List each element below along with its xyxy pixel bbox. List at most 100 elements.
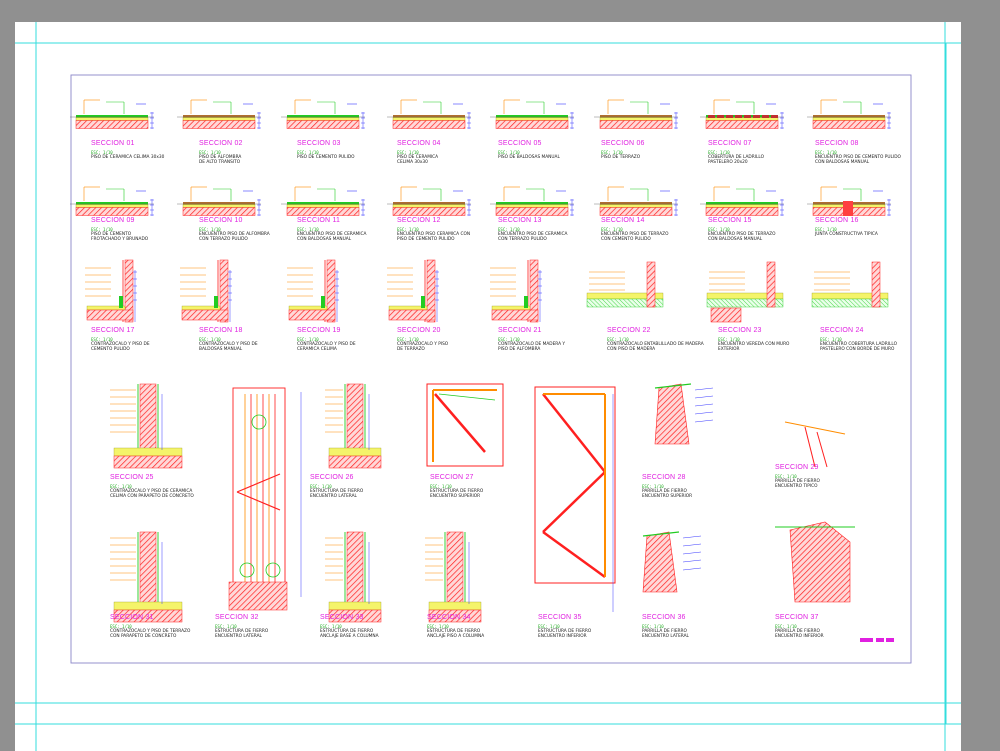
section-description: ENCUENTRO COBERTURA LADRILLO PASTELERO C… — [820, 342, 897, 352]
slab-hatch — [705, 207, 779, 216]
section-description: CONTRAZOCALO ENTABLILLADO DE MADERA CON … — [607, 342, 704, 352]
section-title: SECCION 26 — [310, 474, 354, 481]
section-description: ENCUENTRO PISO DE CEMENTO PULIDO CON BAL… — [815, 155, 901, 165]
slab-hatch — [75, 120, 149, 129]
section-description: ESTRUCTURA DE FIERRO ENCUENTRO LATERAL — [310, 489, 364, 499]
section-title: SECCION 37 — [775, 614, 819, 621]
leader-line — [682, 543, 702, 547]
brick-tile — [762, 115, 769, 118]
skirting-board — [524, 296, 528, 308]
section-description: CONTRAZOCALO Y PISO DE CERAMICA CELIMA C… — [110, 489, 194, 499]
slab-hatch — [599, 120, 673, 129]
slab-hatch — [113, 455, 183, 469]
section-title: SECCION 23 — [718, 327, 762, 334]
column-hatch — [446, 531, 464, 605]
brick-tile — [744, 115, 751, 118]
brick-tile — [735, 115, 742, 118]
section-title: SECCION 27 — [430, 474, 474, 481]
drawing-border — [70, 74, 912, 664]
base-hatch — [228, 581, 288, 611]
mortar-layer — [182, 204, 256, 208]
section-description: COBERTURA DE LADRILLO PASTELERO 20x20 — [708, 155, 765, 165]
mortar-layer — [495, 204, 569, 208]
section-title: SECCION 09 — [91, 217, 135, 224]
section-title: SECCION 13 — [498, 217, 542, 224]
section-description: ESTRUCTURA DE FIERRO ENCUENTRO INFERIOR — [538, 629, 592, 639]
section-description: PARRILLA DE FIERRO ENCUENTRO INFERIOR — [775, 629, 824, 639]
section-description: CONTRAZOCALO DE MADERA Y PISO DE ALFOMBR… — [498, 342, 566, 352]
skirting-board — [214, 296, 218, 308]
section-description: PARRILLA DE FIERRO ENCUENTRO SUPERIOR — [642, 489, 693, 499]
section-description: PISO DE ALFOMBRA DE ALTO TRANSITO — [199, 155, 242, 165]
brick-tile — [717, 115, 724, 118]
roof-line — [784, 421, 846, 435]
section-description: CONTRAZOCALO Y PISO DE CERAMICA CELIMA — [297, 342, 356, 352]
floor-slab-hatch — [181, 309, 229, 321]
section-title: SECCION 02 — [199, 140, 243, 147]
skirting-board — [321, 296, 325, 308]
leader-line — [694, 411, 714, 415]
floor-slab-hatch — [288, 309, 336, 321]
anchor-circle — [239, 562, 255, 578]
leader-line — [694, 419, 714, 423]
section-title: SECCION 35 — [538, 614, 582, 621]
section-title: SECCION 22 — [607, 327, 651, 334]
section-description: PISO DE CERAMICA CELIMA 30x30 — [91, 155, 165, 160]
section-description: ESTRUCTURA DE FIERRO ANCLAJE PISO A COLU… — [427, 629, 485, 639]
floor-slab-hatch — [388, 309, 436, 321]
section-title: SECCION 06 — [601, 140, 645, 147]
section-description: CONTRAZOCALO Y PISO DE CEMENTO PULIDO — [91, 342, 150, 352]
section-title: SECCION 19 — [297, 327, 341, 334]
rod-line — [816, 431, 828, 468]
scale-bar — [860, 638, 894, 642]
brace-line — [236, 473, 281, 493]
section-title: SECCION 36 — [642, 614, 686, 621]
section-description: ESTRUCTURA DE FIERRO ANCLAJE BASE A COLU… — [320, 629, 379, 639]
wall-hatch — [646, 261, 656, 308]
section-title: SECCION 33 — [320, 614, 364, 621]
mortar-layer — [495, 117, 569, 121]
section-description: CONTRAZOCALO Y PISO DE TERRAZO CON PARAP… — [110, 629, 191, 639]
section-title: SECCION 18 — [199, 327, 243, 334]
column-hatch — [139, 383, 157, 451]
floor-slab-hatch — [86, 309, 134, 321]
slab-hatch — [286, 120, 360, 129]
section-title: SECCION 32 — [215, 614, 259, 621]
section-description: ENCUENTRO PISO DE CERAMICA CON BALDOSAS … — [297, 232, 367, 242]
cad-drawing-canvas — [15, 22, 961, 751]
section-title: SECCION 34 — [427, 614, 471, 621]
section-title: SECCION 05 — [498, 140, 542, 147]
leader-line — [682, 567, 702, 571]
section-description: ENCUENTRO PISO DE ALFOMBRA CON TERRAZO P… — [199, 232, 270, 242]
section-title: SECCION 12 — [397, 217, 441, 224]
slab-hatch — [599, 207, 673, 216]
section-description: PISO DE CEMENTO FROTACHADO Y BRUNADO — [91, 232, 149, 242]
section-description: PARRILLA DE FIERRO ENCUENTRO TIPICO — [775, 479, 820, 489]
mortar-layer — [286, 204, 360, 208]
leader-line — [682, 551, 702, 555]
slab-hatch — [286, 207, 360, 216]
floor-finish — [113, 601, 183, 611]
slab-hatch — [182, 120, 256, 129]
frame-inner-line — [438, 393, 496, 401]
brick-tile — [753, 115, 760, 118]
section-description: PISO DE CEMENTO PULIDO — [297, 155, 355, 160]
skirting-board — [119, 296, 123, 308]
mortar-layer — [286, 117, 360, 121]
mortar-layer — [599, 204, 673, 208]
truss-diagonal — [542, 471, 606, 533]
truss-outline — [534, 386, 616, 584]
drawing-sheet: SECCION 01 ESC: 1/10 PISO DE CERAMICA CELI… — [15, 22, 961, 751]
leader-line — [682, 535, 702, 539]
leader-line — [694, 403, 714, 407]
section-description: JUNTA CONSTRUCTIVA TIPICA — [815, 232, 878, 237]
mortar-layer — [599, 117, 673, 121]
skirting-board — [421, 296, 425, 308]
wall-hatch — [766, 261, 776, 308]
section-description: CONTRAZOCALO Y PISO DE BALDOSAS MANUAL — [199, 342, 258, 352]
slab-hatch — [812, 120, 886, 129]
mortar-layer — [812, 117, 886, 121]
truss-diagonal — [542, 393, 606, 473]
floor-slab-hatch — [491, 309, 539, 321]
anchor-circle — [251, 414, 267, 430]
